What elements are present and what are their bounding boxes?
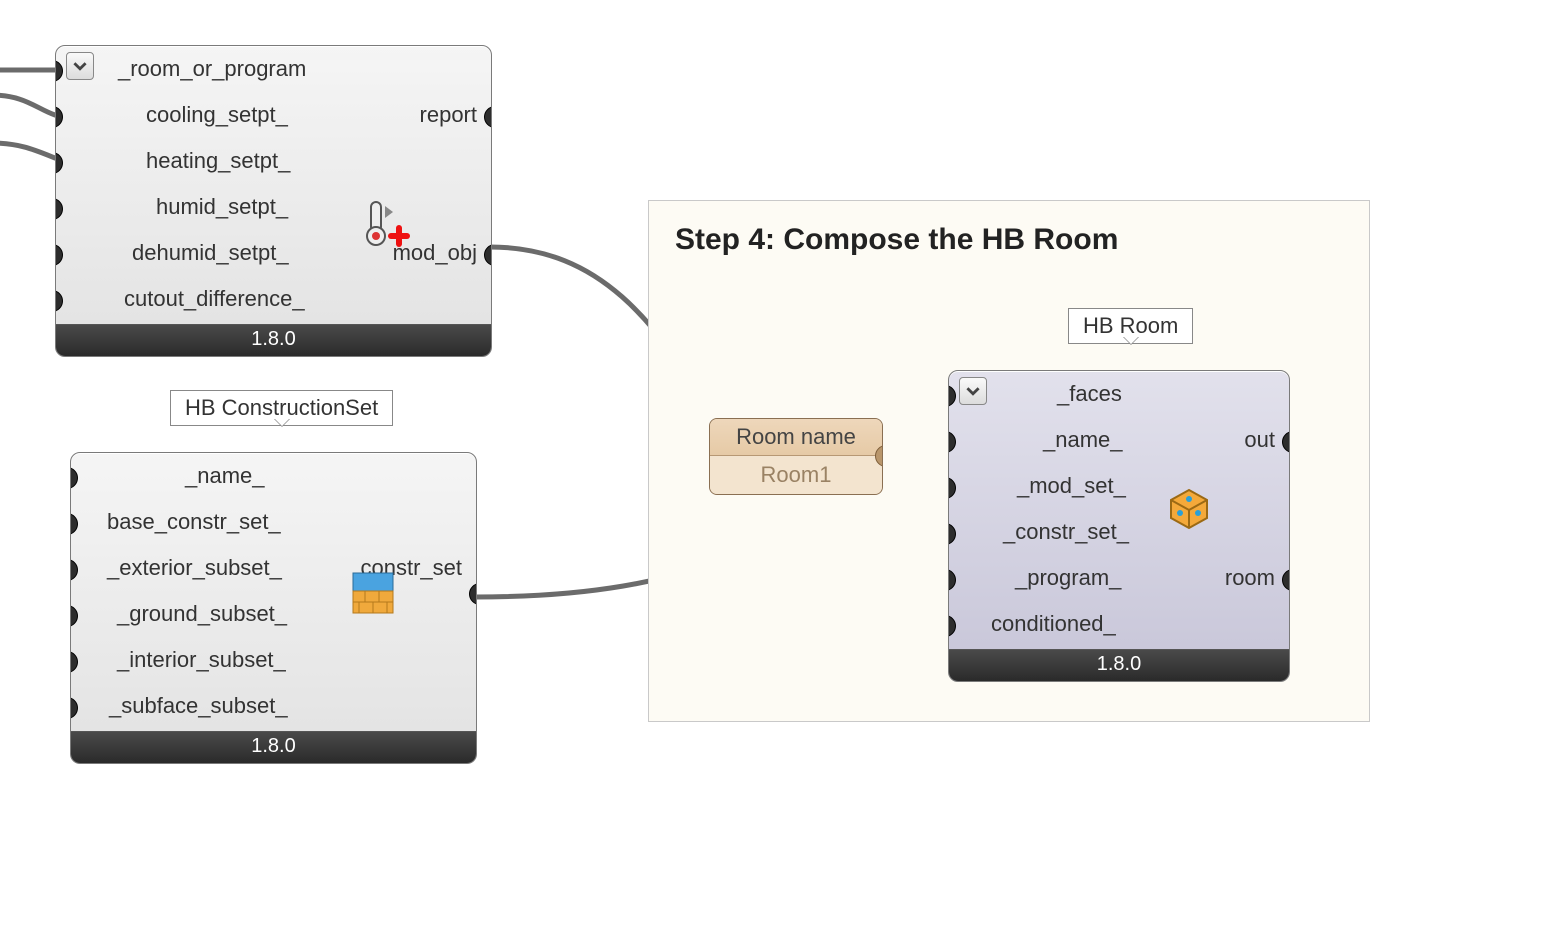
component-hb-room[interactable]: _faces _name_out _mod_set_ _constr_set_ … <box>948 370 1290 682</box>
out-constr-set: constr_set <box>282 555 476 581</box>
out-mod-obj: mod_obj <box>289 240 491 266</box>
in-constr-set: _constr_set_ <box>967 519 1129 545</box>
in-cutout-difference: cutout_difference_ <box>74 286 305 312</box>
in-cooling-setpt: cooling_setpt_ <box>74 102 288 128</box>
panel-header: Room name <box>710 419 882 456</box>
component-version: 1.8.0 <box>949 649 1289 681</box>
out-room: room <box>1121 565 1289 591</box>
in-dehumid-setpt: dehumid_setpt_ <box>74 240 289 266</box>
in-exterior-subset: _exterior_subset_ <box>89 555 282 581</box>
panel-room-name[interactable]: Room name Room1 <box>709 418 883 495</box>
group-title: Step 4: Compose the HB Room <box>649 201 1369 257</box>
component-version: 1.8.0 <box>71 731 476 763</box>
in-mod-set: _mod_set_ <box>967 473 1126 499</box>
label-hb-room: HB Room <box>1068 308 1193 344</box>
in-ground-subset: _ground_subset_ <box>89 601 287 627</box>
panel-value[interactable]: Room1 <box>710 456 882 494</box>
in-cs-name: _name_ <box>89 463 265 489</box>
component-apply-setpoints[interactable]: _room_or_program cooling_setpt_report he… <box>55 45 492 357</box>
label-construction-set: HB ConstructionSet <box>170 390 393 426</box>
in-conditioned: conditioned_ <box>967 611 1116 637</box>
out-out: out <box>1123 427 1289 453</box>
in-subface-subset: _subface_subset_ <box>89 693 288 719</box>
in-room-or-program: _room_or_program <box>74 56 306 82</box>
in-faces: _faces <box>967 381 1122 407</box>
in-room-name: _name_ <box>967 427 1123 453</box>
in-base-constr-set: base_constr_set_ <box>89 509 281 535</box>
in-interior-subset: _interior_subset_ <box>89 647 286 673</box>
in-humid-setpt: humid_setpt_ <box>74 194 288 220</box>
in-program: _program_ <box>967 565 1121 591</box>
component-construction-set[interactable]: _name_ base_constr_set_ _exterior_subset… <box>70 452 477 764</box>
in-heating-setpt: heating_setpt_ <box>74 148 290 174</box>
component-version: 1.8.0 <box>56 324 491 356</box>
out-report: report <box>288 102 491 128</box>
